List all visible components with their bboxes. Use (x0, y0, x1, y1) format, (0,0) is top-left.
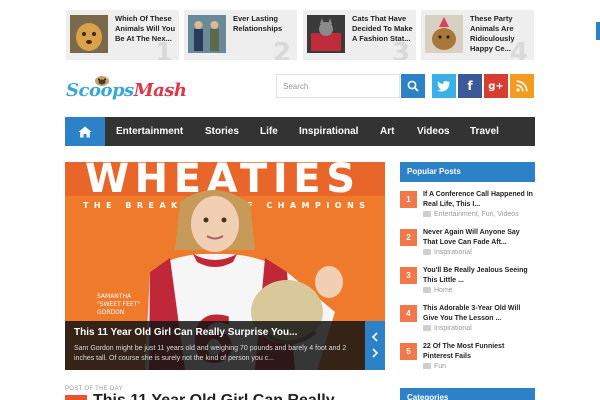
twitter-button[interactable] (432, 74, 456, 98)
folder-icon (423, 211, 431, 218)
party-animal-thumbnail (425, 15, 463, 53)
logo-wordmark: ScoopsMash (66, 80, 187, 101)
category-text[interactable]: Fun (434, 363, 446, 370)
nav-item-entertainment[interactable]: Entertainment (116, 117, 183, 146)
trending-card-2[interactable]: Ever Lasting Relationships 2 (184, 10, 297, 60)
popular-post-number: 4 (400, 305, 417, 322)
popular-post-title[interactable]: Never Again Will Anyone Say That Love Ca… (423, 228, 535, 248)
slider-prev-button[interactable] (370, 331, 380, 343)
popular-post-number: 1 (400, 191, 417, 208)
site-logo[interactable]: ScoopsMash (66, 74, 216, 104)
nav-item-travel[interactable]: Travel (470, 117, 499, 146)
slider-excerpt: Sam Gordon might be just 11 years old an… (74, 345, 347, 362)
trending-card-1[interactable]: Which Of These Animals Will You Be At Th… (66, 10, 179, 60)
slider-arrows (365, 321, 385, 370)
categories-heading: Categories (400, 388, 535, 400)
slider-next-button[interactable] (370, 347, 380, 359)
search-icon (407, 80, 419, 92)
folder-icon (423, 363, 431, 370)
logo-word-mash: Mash (133, 80, 187, 101)
chevron-left-icon (372, 332, 378, 342)
category-text[interactable]: Home (434, 287, 453, 294)
popular-post-title[interactable]: If A Conference Call Happened In Real Li… (423, 190, 535, 210)
facebook-button[interactable]: f (458, 74, 482, 98)
folder-icon (423, 249, 431, 256)
popular-post-categories: Home (423, 287, 453, 294)
twitter-bird-icon (437, 80, 450, 92)
strip-next-tab[interactable] (596, 22, 600, 40)
popular-post-categories: Inspirational (423, 249, 472, 256)
category-text[interactable]: Inspirational (434, 325, 472, 332)
popular-post-item[interactable]: 5 22 Of The Most Funniest Pinterest Fail… (400, 343, 535, 379)
post-of-the-day-accent (65, 395, 87, 400)
chevron-right-icon (372, 348, 378, 358)
post-of-the-day-title[interactable]: This 11 Year Old Girl Can Really... (93, 392, 347, 400)
nav-item-videos[interactable]: Videos (417, 117, 450, 146)
search-input[interactable]: Search (276, 74, 400, 98)
couple-thumbnail (188, 15, 226, 53)
logo-word-scoops: Scoops (66, 80, 134, 101)
folder-icon (423, 325, 431, 332)
player-name-line2: "SWEET FEET" (97, 301, 140, 308)
trending-rank: 2 (272, 38, 291, 60)
popular-post-item[interactable]: 4 This Adorable 3-Year Old Will Give You… (400, 305, 535, 341)
home-icon (78, 126, 92, 137)
player-name-line3: GORDON (97, 309, 124, 316)
trending-rank: 3 (391, 38, 410, 60)
trending-strip: Which Of These Animals Will You Be At Th… (0, 0, 600, 65)
googleplus-button[interactable]: g+ (484, 74, 508, 98)
trending-card-4[interactable]: These Party Animals Are Ridiculously Hap… (421, 10, 534, 60)
popular-post-categories: Inspirational (423, 325, 472, 332)
nav-item-life[interactable]: Life (260, 117, 278, 146)
nav-home-button[interactable] (65, 117, 105, 146)
popular-post-title[interactable]: 22 Of The Most Funniest Pinterest Fails (423, 342, 535, 362)
trending-rank: 1 (154, 38, 173, 60)
popular-post-title[interactable]: This Adorable 3-Year Old Will Give You T… (423, 304, 535, 324)
popular-post-number: 3 (400, 267, 417, 284)
rss-icon (516, 80, 528, 92)
rss-button[interactable] (510, 74, 534, 98)
popular-posts-heading: Popular Posts (400, 162, 535, 182)
trending-card-3[interactable]: Cats That Have Decided To Make A Fashion… (303, 10, 416, 60)
dog-thumbnail (70, 15, 108, 53)
main-navigation: Entertainment Stories Life Inspirational… (65, 117, 535, 146)
category-text[interactable]: Inspirational (434, 249, 472, 256)
trending-rank: 4 (509, 38, 528, 60)
popular-post-number: 5 (400, 343, 417, 360)
nav-item-art[interactable]: Art (380, 117, 394, 146)
popular-post-categories: Entertainment, Fun, Videos (423, 211, 519, 218)
slider-caption[interactable]: This 11 Year Old Girl Can Really Surpris… (65, 321, 365, 370)
popular-post-title[interactable]: You'll Be Really Jealous Seeing This Lit… (423, 266, 535, 286)
player-name-line1: SAMANTHA (97, 293, 132, 300)
trending-card-title: Ever Lasting Relationships (233, 14, 283, 33)
popular-post-categories: Fun (423, 363, 446, 370)
popular-post-item[interactable]: 1 If A Conference Call Happened In Real … (400, 191, 535, 227)
slider-title[interactable]: This 11 Year Old Girl Can Really Surpris… (74, 327, 297, 338)
popular-post-number: 2 (400, 229, 417, 246)
popular-post-item[interactable]: 2 Never Again Will Anyone Say That Love … (400, 229, 535, 265)
cat-thumbnail (307, 15, 345, 53)
nav-item-inspirational[interactable]: Inspirational (299, 117, 358, 146)
search-button[interactable] (401, 74, 425, 98)
folder-icon (423, 287, 431, 294)
nav-item-stories[interactable]: Stories (205, 117, 239, 146)
popular-post-item[interactable]: 3 You'll Be Really Jealous Seeing This L… (400, 267, 535, 303)
category-text[interactable]: Entertainment, Fun, Videos (434, 211, 519, 218)
